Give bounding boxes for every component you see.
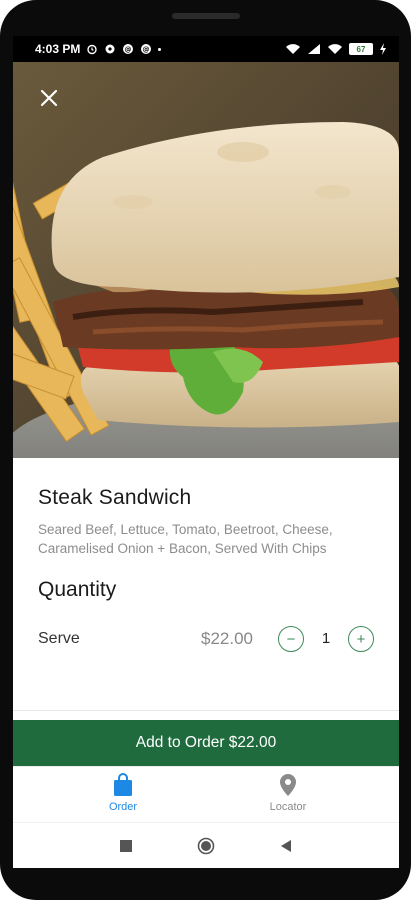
status-time: 4:03 PM bbox=[35, 42, 81, 56]
wifi-icon bbox=[286, 44, 300, 54]
close-icon bbox=[40, 89, 58, 107]
charging-bolt-icon bbox=[380, 43, 386, 55]
steak-sandwich-photo bbox=[13, 62, 399, 458]
app-screen: 4:03 PM @ @ 67 Steak Sandwich Seared Bee… bbox=[13, 36, 399, 868]
hero-food-image bbox=[13, 62, 399, 458]
item-title: Steak Sandwich bbox=[38, 486, 192, 509]
serve-row: Serve $22.00 − 1 + bbox=[38, 624, 378, 656]
plus-icon: + bbox=[356, 630, 366, 648]
bottom-tab-bar: Order Locator bbox=[13, 766, 399, 822]
serve-label: Serve bbox=[38, 630, 80, 647]
system-navigation-bar bbox=[13, 822, 399, 868]
battery-icon: 67 bbox=[349, 43, 373, 55]
back-triangle-icon bbox=[281, 840, 291, 852]
sync-icon: @ bbox=[123, 44, 134, 54]
add-to-order-button[interactable]: Add to Order $22.00 bbox=[13, 720, 399, 766]
tab-locator-label: Locator bbox=[269, 801, 307, 813]
tab-locator[interactable]: Locator bbox=[228, 773, 348, 819]
item-description: Seared Beef, Lettuce, Tomato, Beetroot, … bbox=[38, 522, 333, 556]
data-saver-icon: @ bbox=[141, 44, 152, 54]
quantity-value: 1 bbox=[321, 630, 331, 647]
decrease-quantity-button[interactable]: − bbox=[278, 626, 304, 652]
earpiece-speaker bbox=[172, 13, 240, 19]
tab-order-label: Order bbox=[108, 801, 138, 813]
serve-price: $22.00 bbox=[201, 629, 253, 648]
home-circle-icon bbox=[197, 837, 215, 855]
increase-quantity-button[interactable]: + bbox=[348, 626, 374, 652]
alarm-icon bbox=[87, 44, 98, 55]
status-bar: 4:03 PM @ @ 67 bbox=[13, 36, 399, 62]
back-button[interactable] bbox=[273, 833, 299, 859]
minus-icon: − bbox=[286, 630, 296, 648]
close-button[interactable] bbox=[33, 82, 65, 114]
settings-icon bbox=[105, 44, 115, 54]
svg-text:@: @ bbox=[125, 46, 132, 54]
svg-text:@: @ bbox=[143, 46, 150, 54]
tab-order[interactable]: Order bbox=[63, 773, 183, 819]
more-notifications-dot bbox=[158, 47, 162, 51]
shopping-bag-icon bbox=[114, 773, 132, 796]
wifi-calling-icon bbox=[328, 44, 342, 54]
home-button[interactable] bbox=[193, 833, 219, 859]
phone-frame: 4:03 PM @ @ 67 Steak Sandwich Seared Bee… bbox=[0, 0, 411, 900]
square-icon bbox=[120, 840, 132, 852]
battery-level: 67 bbox=[356, 44, 366, 54]
signal-icon bbox=[308, 44, 320, 54]
location-pin-icon bbox=[280, 774, 296, 796]
quantity-heading: Quantity bbox=[38, 578, 117, 601]
recent-apps-button[interactable] bbox=[113, 833, 139, 859]
